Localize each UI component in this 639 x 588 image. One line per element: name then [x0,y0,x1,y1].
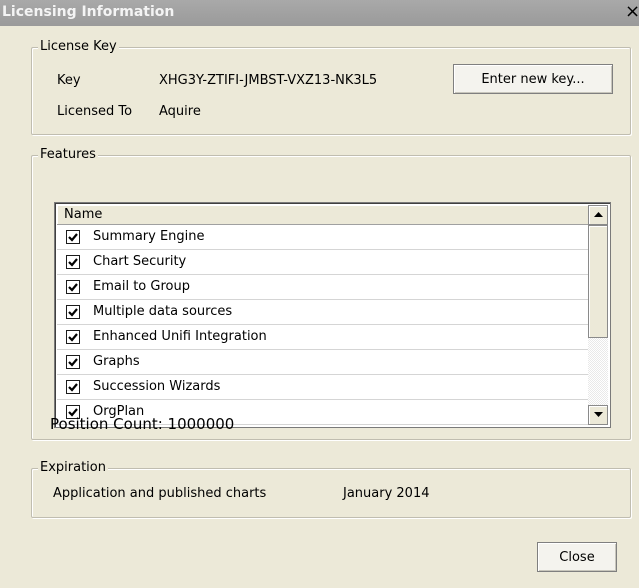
feature-label: Enhanced Unifi Integration [93,329,267,344]
name-column-header-label: Name [64,207,103,222]
feature-row[interactable]: Email to Group [57,275,589,300]
feature-label: Summary Engine [93,229,205,244]
checkmark-icon [68,258,78,267]
expiration-value: January 2014 [343,486,430,501]
license-key-legend: License Key [38,39,119,54]
title-bar[interactable]: Licensing Information × [0,0,639,26]
license-key-group: License Key Key XHG3Y-ZTIFI-JMBST-VXZ13-… [31,39,631,135]
checkmark-icon [68,233,78,242]
feature-checkbox[interactable] [66,255,80,269]
feature-checkbox[interactable] [66,380,80,394]
features-scrollbar[interactable] [588,205,608,425]
feature-label: Multiple data sources [93,304,233,319]
feature-row[interactable]: Chart Security [57,250,589,275]
checkmark-icon [68,333,78,342]
feature-row[interactable]: Summary Engine [57,225,589,250]
position-count: Position Count: 1000000 [50,415,235,433]
feature-checkbox[interactable] [66,280,80,294]
feature-checkbox[interactable] [66,230,80,244]
name-column-header[interactable]: Name [57,205,589,225]
feature-row[interactable]: Graphs [57,350,589,375]
feature-label: Chart Security [93,254,187,269]
expiration-group: Expiration Application and published cha… [31,460,631,518]
feature-checkbox[interactable] [66,305,80,319]
feature-checkbox[interactable] [66,330,80,344]
key-value: XHG3Y-ZTIFI-JMBST-VXZ13-NK3L5 [159,73,378,88]
feature-row[interactable]: Multiple data sources [57,300,589,325]
window-title: Licensing Information [2,4,175,20]
arrow-down-icon [594,412,603,417]
close-button[interactable]: Close [537,542,617,572]
close-icon[interactable]: × [625,3,639,21]
checkmark-icon [68,383,78,392]
feature-row[interactable]: Succession Wizards [57,375,589,400]
scroll-down-button[interactable] [588,405,608,425]
feature-label: Graphs [93,354,140,369]
features-list[interactable]: Name Summary Engine Chart Security Email t… [54,202,611,428]
licensed-to-value: Aquire [159,104,201,119]
arrow-up-icon [594,212,603,217]
checkmark-icon [68,308,78,317]
feature-label: Email to Group [93,279,190,294]
feature-row[interactable]: Enhanced Unifi Integration [57,325,589,350]
checkmark-icon [68,358,78,367]
feature-checkbox[interactable] [66,355,80,369]
features-rows: Summary Engine Chart Security Email to Gro… [57,225,589,425]
licensing-dialog: License Key Key XHG3Y-ZTIFI-JMBST-VXZ13-… [0,26,639,588]
licensed-to-label: Licensed To [57,104,133,119]
checkmark-icon [68,283,78,292]
expiration-label: Application and published charts [53,486,267,501]
scroll-thumb[interactable] [588,225,608,338]
feature-label: Succession Wizards [93,379,221,394]
enter-new-key-button[interactable]: Enter new key... [453,64,613,94]
key-label: Key [57,73,81,88]
scroll-up-button[interactable] [588,205,608,225]
features-legend: Features [38,147,98,162]
expiration-legend: Expiration [38,460,108,475]
